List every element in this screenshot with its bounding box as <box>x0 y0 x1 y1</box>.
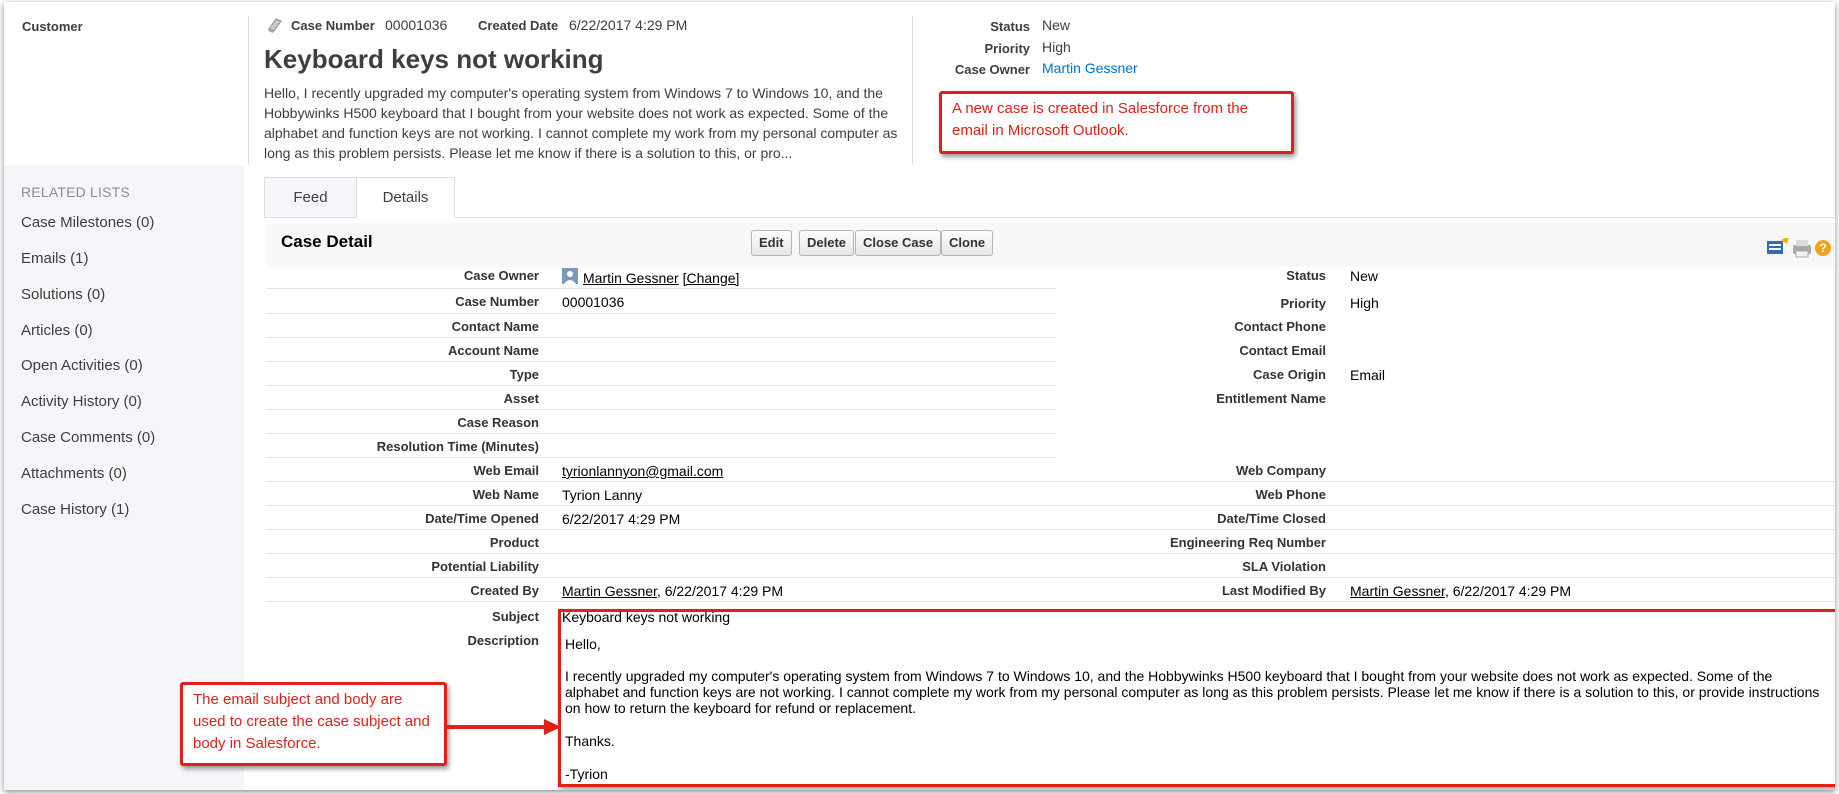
tab-details[interactable]: Details <box>356 177 455 218</box>
field-label-description: Description <box>467 633 539 648</box>
case-number-value: 00001036 <box>385 17 448 33</box>
customer-label: Customer <box>22 19 83 34</box>
related-list-emails[interactable]: Emails (1) <box>21 250 89 267</box>
field-value-case-owner: Martin Gessner [Change] <box>583 270 739 286</box>
field-value-priority: High <box>1350 295 1379 311</box>
close-case-button[interactable]: Close Case <box>855 230 942 256</box>
field-label-product: Product <box>489 535 539 550</box>
created-date-label: Created Date <box>478 18 559 33</box>
header-divider-left <box>248 16 249 164</box>
case-icon <box>268 18 282 33</box>
field-label-case-reason: Case Reason <box>457 415 539 430</box>
tab-feed[interactable]: Feed <box>264 177 356 218</box>
user-avatar-icon <box>562 268 578 284</box>
created-by-date: , 6/22/2017 4:29 PM <box>656 583 784 599</box>
field-label-case-number: Case Number <box>455 294 539 309</box>
related-list-open-activities[interactable]: Open Activities (0) <box>21 357 143 374</box>
field-label-case-owner: Case Owner <box>463 268 539 283</box>
priority-value: High <box>1042 39 1071 55</box>
field-label-web-company: Web Company <box>1235 463 1326 478</box>
field-value-status: New <box>1350 268 1379 284</box>
case-detail-title: Case Detail <box>281 232 373 251</box>
print-icon[interactable] <box>1793 240 1811 258</box>
case-owner-detail-link[interactable]: Martin Gessner <box>583 270 679 286</box>
field-label-contact-phone: Contact Phone <box>1234 319 1326 334</box>
annotation-email-to-case: The email subject and body are used to c… <box>180 682 447 766</box>
clone-button[interactable]: Clone <box>941 230 994 256</box>
field-label-web-name: Web Name <box>472 487 539 502</box>
related-list-activity-history[interactable]: Activity History (0) <box>21 393 142 410</box>
field-value-case-number: 00001036 <box>562 294 625 310</box>
change-owner-link[interactable]: [Change] <box>683 270 740 286</box>
field-label-subject: Subject <box>492 609 539 624</box>
field-label-potential-liability: Potential Liability <box>431 559 539 574</box>
field-label-web-email: Web Email <box>473 463 539 478</box>
edit-button[interactable]: Edit <box>751 230 792 256</box>
field-label-last-modified-by: Last Modified By <box>1221 583 1326 598</box>
last-modified-date: , 6/22/2017 4:29 PM <box>1444 583 1572 599</box>
field-label-account-name: Account Name <box>447 343 539 358</box>
page-tools: ? <box>1767 236 1831 261</box>
annotation-new-case: A new case is created in Salesforce from… <box>939 91 1294 154</box>
field-value-date-opened: 6/22/2017 4:29 PM <box>562 511 681 527</box>
annotation-arrow <box>444 719 561 735</box>
field-value-web-name: Tyrion Lanny <box>562 487 643 503</box>
related-list-articles[interactable]: Articles (0) <box>21 322 93 339</box>
tabs-divider <box>264 217 1835 218</box>
created-date-value: 6/22/2017 4:29 PM <box>569 17 688 33</box>
case-title: Keyboard keys not working <box>264 44 604 74</box>
related-list-solutions[interactable]: Solutions (0) <box>21 286 105 303</box>
case-owner-label: Case Owner <box>954 62 1030 77</box>
case-description-preview: Hello, I recently upgraded my computer's… <box>264 85 898 161</box>
customize-page-icon[interactable] <box>1767 236 1789 254</box>
field-label-priority: Priority <box>1280 296 1326 311</box>
description-thanks: Thanks. <box>565 733 615 749</box>
status-label: Status <box>990 19 1030 34</box>
field-label-date-closed: Date/Time Closed <box>1217 511 1326 526</box>
description-greeting: Hello, <box>565 636 601 652</box>
last-modified-by-link[interactable]: Martin Gessner <box>1350 583 1445 599</box>
field-label-sla-violation: SLA Violation <box>1242 559 1326 574</box>
field-label-asset: Asset <box>503 391 539 406</box>
field-label-status: Status <box>1286 268 1326 283</box>
page-tool-icons: ? <box>1767 236 1831 258</box>
case-detail-header <box>266 223 1835 267</box>
related-list-case-history[interactable]: Case History (1) <box>21 501 129 518</box>
related-lists-title: RELATED LISTS <box>21 184 130 200</box>
case-page: Customer Case Number 00001036 Created Da… <box>4 2 1835 790</box>
delete-button[interactable]: Delete <box>799 230 855 256</box>
description-signature: -Tyrion <box>565 766 608 782</box>
field-label-entitlement-name: Entitlement Name <box>1216 391 1326 406</box>
case-number-label: Case Number <box>291 18 375 33</box>
related-list-attachments[interactable]: Attachments (0) <box>21 465 127 482</box>
field-value-created-by: Martin Gessner, 6/22/2017 4:29 PM <box>562 583 783 599</box>
header-divider-right <box>912 16 913 164</box>
field-value-last-modified-by: Martin Gessner, 6/22/2017 4:29 PM <box>1350 583 1571 599</box>
svg-text:?: ? <box>1819 241 1826 255</box>
field-label-contact-email: Contact Email <box>1239 343 1326 358</box>
field-label-type: Type <box>509 367 539 382</box>
field-value-description: Hello, I recently upgraded my computer's… <box>565 636 1827 782</box>
case-owner-link[interactable]: Martin Gessner <box>1042 60 1138 76</box>
related-list-case-milestones[interactable]: Case Milestones (0) <box>21 214 154 231</box>
field-label-engineering-req-number: Engineering Req Number <box>1169 535 1326 550</box>
field-label-case-origin: Case Origin <box>1253 367 1326 382</box>
created-by-link[interactable]: Martin Gessner <box>562 583 657 599</box>
help-icon[interactable]: ? <box>1815 240 1831 256</box>
field-label-resolution-time: Resolution Time (Minutes) <box>376 439 539 454</box>
field-label-web-phone: Web Phone <box>1255 487 1326 502</box>
description-body: I recently upgraded my computer's operat… <box>565 668 1820 716</box>
field-label-created-by: Created By <box>470 583 539 598</box>
priority-label: Priority <box>984 41 1030 56</box>
field-value-web-email: tyrionlannyon@gmail.com <box>562 463 723 479</box>
field-value-case-origin: Email <box>1350 367 1386 383</box>
status-value: New <box>1042 17 1071 33</box>
related-list-case-comments[interactable]: Case Comments (0) <box>21 429 155 446</box>
field-label-contact-name: Contact Name <box>451 319 539 334</box>
web-email-link[interactable]: tyrionlannyon@gmail.com <box>562 463 723 479</box>
field-label-date-opened: Date/Time Opened <box>425 511 539 526</box>
